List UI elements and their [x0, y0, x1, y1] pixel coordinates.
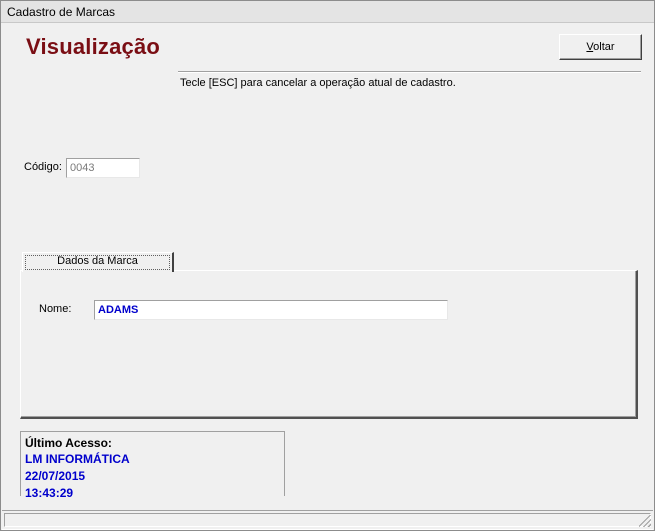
- codigo-label: Código:: [24, 161, 62, 173]
- esc-hint-text: Tecle [ESC] para cancelar a operação atu…: [180, 77, 456, 89]
- last-access-user: LM INFORMÁTICA: [25, 452, 130, 466]
- status-bar-panel: [4, 513, 651, 527]
- last-access-title: Último Acesso:: [25, 436, 112, 450]
- back-button[interactable]: Voltar: [559, 34, 642, 60]
- header-divider: [178, 71, 641, 73]
- window-titlebar[interactable]: Cadastro de Marcas: [1, 1, 654, 23]
- tab-panel-dados-da-marca: [20, 270, 638, 419]
- codigo-field[interactable]: 0043: [66, 158, 140, 178]
- nome-field[interactable]: ADAMS: [94, 300, 448, 320]
- back-button-label: oltar: [593, 41, 615, 53]
- resize-grip-icon[interactable]: [639, 515, 651, 527]
- tab-dados-da-marca[interactable]: Dados da Marca: [22, 252, 174, 272]
- tab-dados-da-marca-label: Dados da Marca: [57, 255, 138, 267]
- last-access-date: 22/07/2015: [25, 469, 86, 483]
- last-access-time: 13:43:29: [25, 486, 74, 500]
- window-title: Cadastro de Marcas: [7, 5, 116, 19]
- nome-label: Nome:: [39, 303, 72, 315]
- cadastro-marcas-window: Cadastro de Marcas Visualização Voltar T…: [0, 0, 655, 531]
- status-bar: [2, 510, 653, 530]
- mode-title: Visualização: [26, 34, 161, 59]
- last-access-box: Último Acesso: LM INFORMÁTICA 22/07/2015…: [20, 431, 285, 500]
